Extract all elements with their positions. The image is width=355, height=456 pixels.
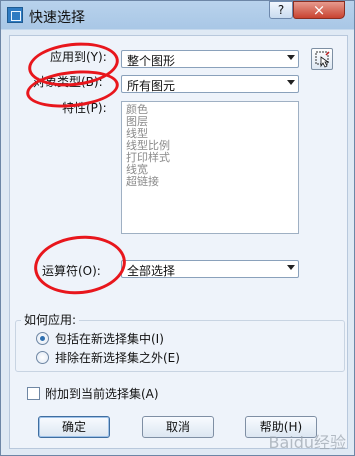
apply-to-value: 整个图形 — [127, 54, 176, 68]
chevron-down-icon — [287, 265, 295, 270]
object-type-value: 所有图元 — [127, 79, 176, 93]
select-objects-button[interactable] — [311, 48, 333, 70]
include-label[interactable]: 包括在新选择集中(I) — [55, 330, 164, 347]
cancel-button[interactable]: 取消 — [142, 416, 214, 438]
object-type-select[interactable]: 所有图元 — [121, 75, 299, 93]
watermark: Baidu经验 — [268, 433, 346, 452]
append-label[interactable]: 附加到当前选择集(A) — [45, 385, 159, 402]
quick-select-dialog: 快速选择 ? × 应用到(Y): 整个图形 对象类型(B): 所有图元 特性(P… — [0, 0, 355, 456]
append-checkbox[interactable] — [27, 387, 40, 400]
ok-button[interactable]: 确定 — [38, 416, 110, 438]
window-title: 快速选择 — [29, 10, 85, 26]
apply-method-title: 如何应用: — [21, 311, 80, 328]
select-objects-icon — [315, 51, 330, 68]
chevron-down-icon — [287, 55, 295, 60]
chevron-down-icon — [287, 80, 295, 85]
title-bar: 快速选择 ? × — [1, 1, 355, 29]
include-radio[interactable] — [36, 332, 49, 345]
operator-value: 全部选择 — [127, 264, 176, 278]
exclude-label[interactable]: 排除在新选择集之外(E) — [55, 349, 180, 366]
list-item[interactable]: 超链接 — [126, 175, 159, 188]
apply-to-select[interactable]: 整个图形 — [121, 50, 299, 68]
exclude-radio[interactable] — [36, 351, 49, 364]
operator-select[interactable]: 全部选择 — [121, 260, 299, 278]
app-icon — [7, 7, 23, 23]
properties-list[interactable]: 颜色 图层 线型 线型比例 打印样式 线宽 超链接 — [121, 101, 299, 234]
close-button[interactable]: × — [293, 1, 345, 19]
help-title-button[interactable]: ? — [269, 1, 293, 19]
